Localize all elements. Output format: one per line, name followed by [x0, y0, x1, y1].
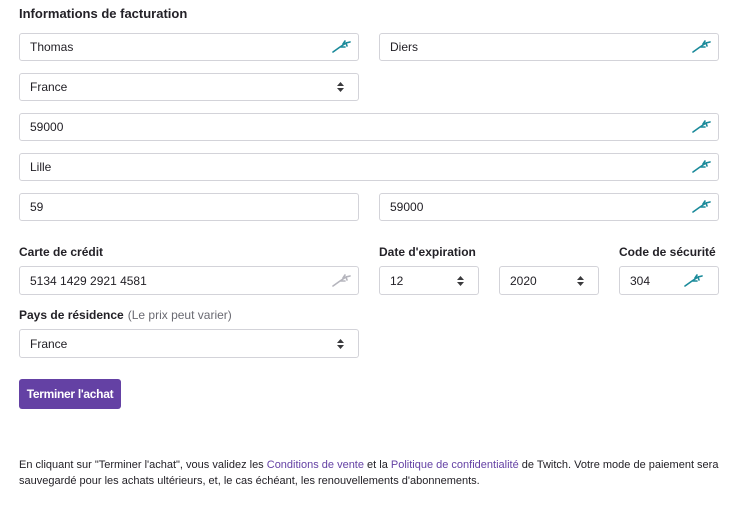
last-name-field[interactable]: Diers [379, 33, 719, 61]
select-arrows-icon [448, 275, 472, 287]
address-field[interactable]: 59000 [19, 113, 719, 141]
autofill-icon[interactable] [330, 271, 354, 291]
residence-country-select[interactable]: France [19, 329, 359, 358]
last-name-value: Diers [390, 40, 419, 54]
residence-label: Pays de résidence (Le prix peut varier) [19, 308, 232, 322]
address-value: 59000 [30, 120, 64, 134]
select-arrows-icon [568, 275, 592, 287]
region-field[interactable]: 59 [19, 193, 359, 221]
autofill-icon[interactable] [690, 117, 714, 137]
terms-of-sale-link[interactable]: Conditions de vente [267, 459, 364, 471]
region-value: 59 [30, 200, 44, 214]
security-code-field[interactable]: 304 [619, 266, 719, 295]
privacy-policy-link[interactable]: Politique de confidentialité [391, 459, 519, 471]
expiration-year-value: 2020 [510, 273, 537, 288]
postal-code-value: 59000 [390, 200, 424, 214]
card-label: Carte de crédit [19, 245, 104, 259]
first-name-value: Thomas [30, 40, 74, 54]
country-select[interactable]: France [19, 73, 359, 101]
expiration-month-select[interactable]: 12 [379, 266, 479, 295]
postal-code-field[interactable]: 59000 [379, 193, 719, 221]
autofill-icon[interactable] [690, 197, 714, 217]
autofill-icon[interactable] [690, 37, 714, 57]
card-number-field[interactable]: 5134 1429 2921 4581 [19, 266, 359, 295]
residence-country-value: France [30, 336, 68, 351]
residence-hint: (Le prix peut varier) [127, 308, 232, 322]
residence-label-text: Pays de résidence [19, 308, 124, 322]
autofill-icon[interactable] [682, 271, 706, 291]
select-arrows-icon [328, 81, 352, 93]
autofill-icon[interactable] [690, 157, 714, 177]
city-field[interactable]: Lille [19, 153, 719, 181]
card-number-value: 5134 1429 2921 4581 [30, 273, 147, 288]
legal-text-1: En cliquant sur "Terminer l'achat", vous… [19, 459, 267, 471]
legal-notice: En cliquant sur "Terminer l'achat", vous… [19, 457, 724, 489]
first-name-field[interactable]: Thomas [19, 33, 359, 61]
select-arrows-icon [328, 338, 352, 350]
autofill-icon[interactable] [330, 37, 354, 57]
country-value: France [30, 80, 68, 94]
expiration-month-value: 12 [390, 273, 404, 288]
expiration-year-select[interactable]: 2020 [499, 266, 599, 295]
legal-text-2: et la [363, 459, 391, 471]
submit-purchase-button[interactable]: Terminer l'achat [19, 379, 121, 409]
expiration-label: Date d'expiration [379, 245, 476, 259]
section-title: Informations de facturation [19, 6, 188, 21]
security-label: Code de sécurité [619, 245, 716, 259]
city-value: Lille [30, 160, 52, 174]
security-code-value: 304 [630, 273, 651, 288]
